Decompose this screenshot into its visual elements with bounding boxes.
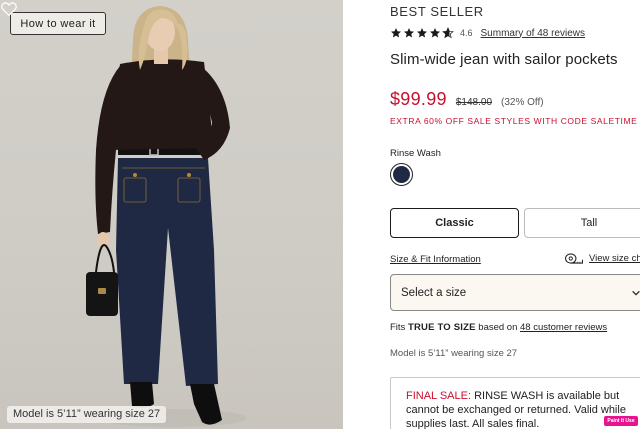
rating-row: 4.6 Summary of 48 reviews [390, 26, 585, 40]
discount-percent: (32% Off) [501, 97, 544, 108]
model-illustration [86, 6, 247, 427]
rating-value: 4.6 [460, 28, 473, 38]
model-caption: Model is 5’11” wearing size 27 [7, 406, 167, 423]
star-full-icon [430, 28, 440, 38]
size-select-placeholder: Select a size [401, 286, 467, 299]
sale-price: $99.99 [390, 89, 447, 109]
chevron-down-icon [632, 290, 640, 296]
true-to-size-label: TRUE TO SIZE [407, 322, 476, 333]
how-to-wear-button[interactable]: How to wear it [10, 12, 106, 35]
star-full-icon [404, 28, 414, 38]
rating-stars [390, 27, 454, 39]
best-seller-badge: BEST SELLER [390, 4, 484, 19]
measuring-tape-icon [565, 253, 583, 264]
original-price: $148.00 [455, 97, 493, 108]
fit-note-prefix: Fits [390, 322, 408, 333]
product-page: How to wear it Model is 5’11” wearing si… [0, 0, 640, 429]
fit-option-tall[interactable]: Tall [524, 208, 640, 238]
model-size-note: Model is 5’11” wearing size 27 [390, 348, 518, 359]
fit-rating-note: Fits TRUE TO SIZE based on 48 customer r… [390, 322, 607, 333]
final-sale-label: FINAL SALE: [406, 390, 472, 402]
star-full-icon [417, 28, 427, 38]
promo-message: EXTRA 60% OFF SALE STYLES WITH CODE SALE… [390, 116, 638, 126]
product-title: Slim-wide jean with sailor pockets [390, 51, 618, 68]
price-row: $99.99 $148.00 (32% Off) [390, 89, 544, 110]
color-label: Rinse Wash [390, 148, 441, 159]
fit-option-classic[interactable]: Classic [390, 208, 519, 238]
product-info-panel: BEST SELLER 4.6 Summary of 48 reviews Sl… [390, 0, 640, 429]
customer-reviews-link[interactable]: 48 customer reviews [520, 322, 607, 333]
view-size-chart-label[interactable]: View size ch [589, 253, 640, 264]
overlay-badge[interactable]: Paint It Use [604, 416, 638, 426]
star-full-icon [391, 28, 401, 38]
star-partial-icon [442, 27, 454, 39]
heart-icon[interactable] [0, 0, 18, 18]
fit-note-middle: based on [475, 322, 521, 333]
reviews-summary-link[interactable]: Summary of 48 reviews [481, 28, 585, 39]
final-sale-notice: FINAL SALE: RINSE WASH is available but … [390, 377, 640, 429]
swatch-fill [393, 166, 410, 183]
color-swatch-rinse-wash[interactable] [390, 163, 413, 186]
size-fit-info-link[interactable]: Size & Fit Information [390, 254, 481, 265]
size-select-dropdown[interactable]: Select a size [390, 274, 640, 311]
product-image[interactable]: How to wear it Model is 5’11” wearing si… [0, 0, 343, 429]
view-size-chart-link[interactable]: View size ch [564, 252, 640, 265]
